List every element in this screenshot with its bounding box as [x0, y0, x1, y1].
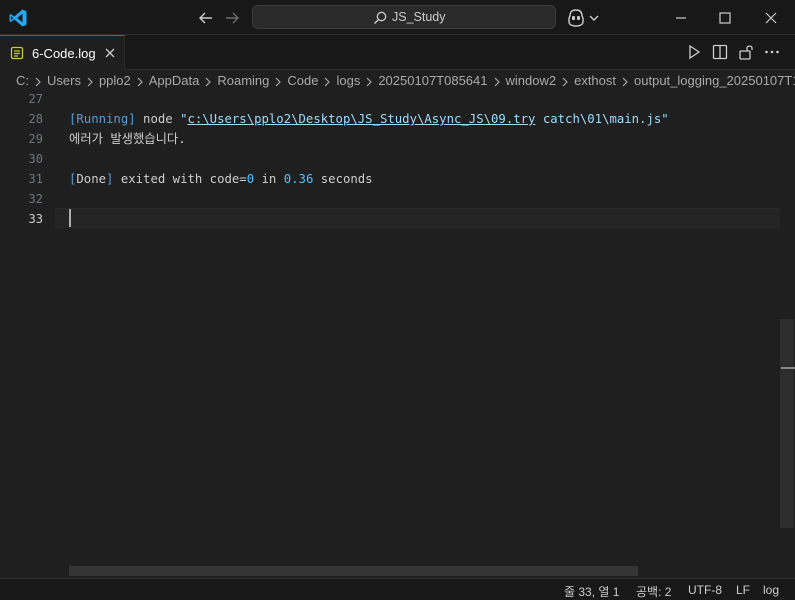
- close-icon[interactable]: [760, 7, 782, 29]
- line-number: 30: [28, 152, 43, 166]
- breadcrumb-item[interactable]: AppData: [149, 73, 200, 88]
- code-line-29: 에러가 발생했습니다.: [69, 132, 186, 146]
- indentation[interactable]: 공백: 2: [636, 583, 671, 600]
- done-keyword: Done: [76, 172, 107, 186]
- command-center[interactable]: JS_Study: [252, 5, 556, 29]
- scrollbar-cursor-marker: [781, 367, 795, 369]
- chevron-down-icon: [589, 15, 599, 21]
- copilot-icon[interactable]: [567, 8, 601, 28]
- arrow-left-icon[interactable]: [196, 8, 216, 28]
- lock-icon[interactable]: [737, 43, 755, 61]
- quote: ": [661, 112, 669, 126]
- seconds-text: seconds: [313, 172, 373, 186]
- end-of-line[interactable]: LF: [736, 583, 750, 597]
- encoding[interactable]: UTF-8: [688, 583, 722, 597]
- file-path-link[interactable]: c:\Users\pplo2\Desktop\JS_Study\Async_JS…: [187, 112, 535, 126]
- breadcrumb-item[interactable]: C:: [16, 73, 29, 88]
- code-area[interactable]: [Running] node "c:\Users\pplo2\Desktop\J…: [69, 92, 779, 578]
- tab-label: 6-Code.log: [32, 46, 96, 61]
- line-number: 27: [28, 92, 43, 106]
- breadcrumb: C: Users pplo2 AppData Roaming Code logs 202501…: [0, 70, 795, 92]
- chevron-right-icon: [622, 77, 628, 86]
- status-bar: 줄 33, 열 1 공백: 2 UTF-8 LF log: [0, 578, 795, 600]
- chevron-right-icon: [325, 77, 331, 86]
- tab-6-code-log[interactable]: 6-Code.log: [0, 35, 125, 70]
- cursor-position[interactable]: 줄 33, 열 1: [564, 583, 619, 600]
- close-tab-icon[interactable]: [103, 46, 117, 60]
- search-icon: [374, 11, 387, 24]
- minimize-icon[interactable]: [670, 7, 692, 29]
- breadcrumb-item[interactable]: logs: [336, 73, 360, 88]
- chevron-right-icon: [562, 77, 568, 86]
- title-bar: JS_Study: [0, 0, 795, 35]
- running-keyword: Running: [76, 112, 129, 126]
- chevron-right-icon: [366, 77, 373, 86]
- command-center-label: JS_Study: [392, 10, 446, 24]
- line-number: 31: [28, 172, 43, 186]
- editor[interactable]: 27 28 29 30 31 32 33 [Running] node "c:\…: [0, 92, 795, 578]
- breadcrumb-item[interactable]: output_logging_20250107T19035: [634, 73, 795, 88]
- breadcrumb-item[interactable]: exthost: [574, 73, 616, 88]
- line-number-gutter: 27 28 29 30 31 32 33: [0, 92, 55, 578]
- breadcrumb-item[interactable]: 20250107T085641: [378, 73, 487, 88]
- split-editor-icon[interactable]: [711, 43, 729, 61]
- arrow-right-icon[interactable]: [222, 8, 242, 28]
- chevron-right-icon: [87, 77, 93, 86]
- vscode-logo[interactable]: [8, 8, 28, 28]
- line-number: 29: [28, 132, 43, 146]
- text-cursor: [69, 209, 71, 227]
- line-number-active: 33: [28, 212, 43, 226]
- node-command: node: [135, 112, 181, 126]
- language-mode[interactable]: log: [763, 583, 779, 597]
- line-number: 32: [28, 192, 43, 206]
- exited-text: exited with code=: [113, 172, 247, 186]
- duration-value: 0.36: [283, 172, 314, 186]
- code-line-28: [Running] node "c:\Users\pplo2\Desktop\J…: [69, 109, 669, 129]
- breadcrumb-item[interactable]: pplo2: [99, 73, 131, 88]
- chevron-right-icon: [35, 77, 41, 86]
- more-actions-icon[interactable]: [763, 43, 781, 61]
- in-text: in: [254, 172, 284, 186]
- maximize-icon[interactable]: [714, 7, 736, 29]
- code-line-31: [Done] exited with code=0 in 0.36 second…: [69, 169, 373, 189]
- run-icon[interactable]: [685, 43, 703, 61]
- chevron-right-icon: [137, 77, 143, 86]
- vertical-scrollbar[interactable]: [780, 319, 794, 528]
- file-path-rest: catch\01\main.js: [535, 112, 662, 126]
- log-file-icon: [10, 46, 24, 60]
- exit-code-value: 0: [246, 172, 255, 186]
- chevron-right-icon: [275, 77, 282, 86]
- breadcrumb-item[interactable]: Users: [47, 73, 81, 88]
- bracket: ]: [128, 112, 136, 126]
- breadcrumb-item[interactable]: window2: [506, 73, 557, 88]
- horizontal-scrollbar[interactable]: [69, 566, 638, 576]
- tab-bar: 6-Code.log: [0, 35, 795, 70]
- breadcrumb-item[interactable]: Code: [287, 73, 318, 88]
- line-number: 28: [28, 112, 43, 126]
- chevron-right-icon: [494, 77, 500, 86]
- breadcrumb-item[interactable]: Roaming: [217, 73, 269, 88]
- chevron-right-icon: [205, 77, 212, 86]
